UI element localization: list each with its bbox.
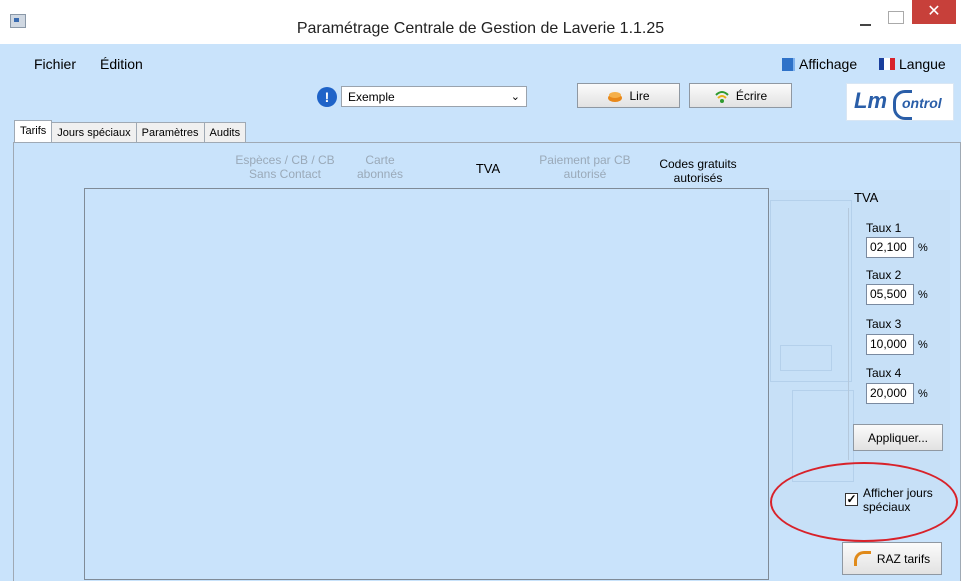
col-carte-line2: abonnés — [356, 167, 404, 181]
rate-4-label: Taux 4 — [866, 366, 902, 380]
read-button-label: Lire — [629, 88, 650, 103]
raz-tarifs-button[interactable]: RAZ tarifs — [842, 542, 942, 575]
col-paiement-line1: Paiement par CB — [539, 153, 631, 167]
tva-panel-title: TVA — [854, 190, 879, 205]
apply-button[interactable]: Appliquer... — [853, 424, 943, 451]
menu-fichier[interactable]: Fichier — [34, 56, 76, 72]
close-button[interactable]: ✕ — [912, 0, 956, 24]
rate-3-percent: % — [918, 339, 928, 351]
col-carte-header: Carte abonnés — [350, 153, 410, 181]
rate-3-label: Taux 3 — [866, 317, 902, 331]
title-bar: Paramétrage Centrale de Gestion de Laver… — [0, 0, 961, 44]
menu-affichage-label: Affichage — [799, 56, 858, 72]
tab-strip: Tarifs Jours spéciaux Paramètres Audits — [14, 120, 247, 144]
rate-2-percent: % — [918, 289, 928, 301]
tab-audits[interactable]: Audits — [203, 122, 247, 143]
menu-langue[interactable]: Langue — [879, 56, 946, 72]
tab-tarifs[interactable]: Tarifs — [14, 120, 53, 144]
menu-langue-label: Langue — [899, 56, 946, 72]
write-icon — [715, 90, 729, 103]
app-window: Paramétrage Centrale de Gestion de Laver… — [0, 0, 961, 581]
rate-4-percent: % — [918, 388, 928, 400]
write-button-label: Écrire — [735, 88, 768, 103]
warning-icon: ! — [317, 87, 337, 107]
rate-1-percent: % — [918, 242, 928, 254]
tarifs-grid[interactable] — [84, 188, 769, 580]
col-codes-line2: autorisés — [673, 171, 723, 185]
menu-affichage[interactable]: Affichage — [782, 56, 857, 72]
logo-lm: Lm — [854, 88, 887, 113]
raz-arrow-icon — [853, 551, 871, 566]
col-carte-line1: Carte — [365, 153, 395, 167]
rate-2-input[interactable]: 05,500 — [866, 284, 914, 305]
raz-tarifs-label: RAZ tarifs — [876, 551, 931, 566]
window-title: Paramétrage Centrale de Gestion de Laver… — [296, 20, 665, 37]
minimize-button[interactable] — [850, 12, 880, 32]
rate-1-label: Taux 1 — [866, 221, 902, 235]
profile-select[interactable]: Exemple ⌄ — [341, 86, 527, 107]
read-icon — [608, 91, 623, 102]
profile-select-value: Exemple — [348, 90, 395, 104]
tab-jours-speciaux[interactable]: Jours spéciaux — [51, 122, 137, 143]
col-paiement-header: Paiement par CB autorisé — [530, 153, 640, 181]
col-paiement-line2: autorisé — [563, 167, 607, 181]
rate-1-input[interactable]: 02,100 — [866, 237, 914, 258]
rate-3-input[interactable]: 10,000 — [866, 334, 914, 355]
book-icon — [782, 57, 795, 71]
french-flag-icon — [879, 58, 895, 70]
col-codes-line1: Codes gratuits — [659, 157, 737, 171]
col-especes-line2: Sans Contact — [248, 167, 322, 181]
chevron-down-icon: ⌄ — [510, 91, 520, 103]
logo-ontrol: ontrol — [902, 95, 942, 111]
col-codes-header: Codes gratuits autorisés — [648, 157, 748, 185]
tab-parametres[interactable]: Paramètres — [135, 122, 205, 143]
menu-edition[interactable]: Édition — [100, 56, 143, 72]
col-tva-header: TVA — [475, 161, 501, 176]
lmcontrol-logo: Lm ontrol — [846, 83, 954, 121]
rate-2-label: Taux 2 — [866, 268, 902, 282]
annotation-ellipse — [770, 462, 958, 542]
write-button[interactable]: Écrire — [689, 83, 792, 108]
rate-4-input[interactable]: 20,000 — [866, 383, 914, 404]
col-especes-header: Espèces / CB / CB Sans Contact — [230, 153, 340, 181]
col-especes-line1: Espèces / CB / CB — [235, 153, 335, 167]
read-button[interactable]: Lire — [577, 83, 680, 108]
maximize-button[interactable] — [888, 11, 904, 24]
